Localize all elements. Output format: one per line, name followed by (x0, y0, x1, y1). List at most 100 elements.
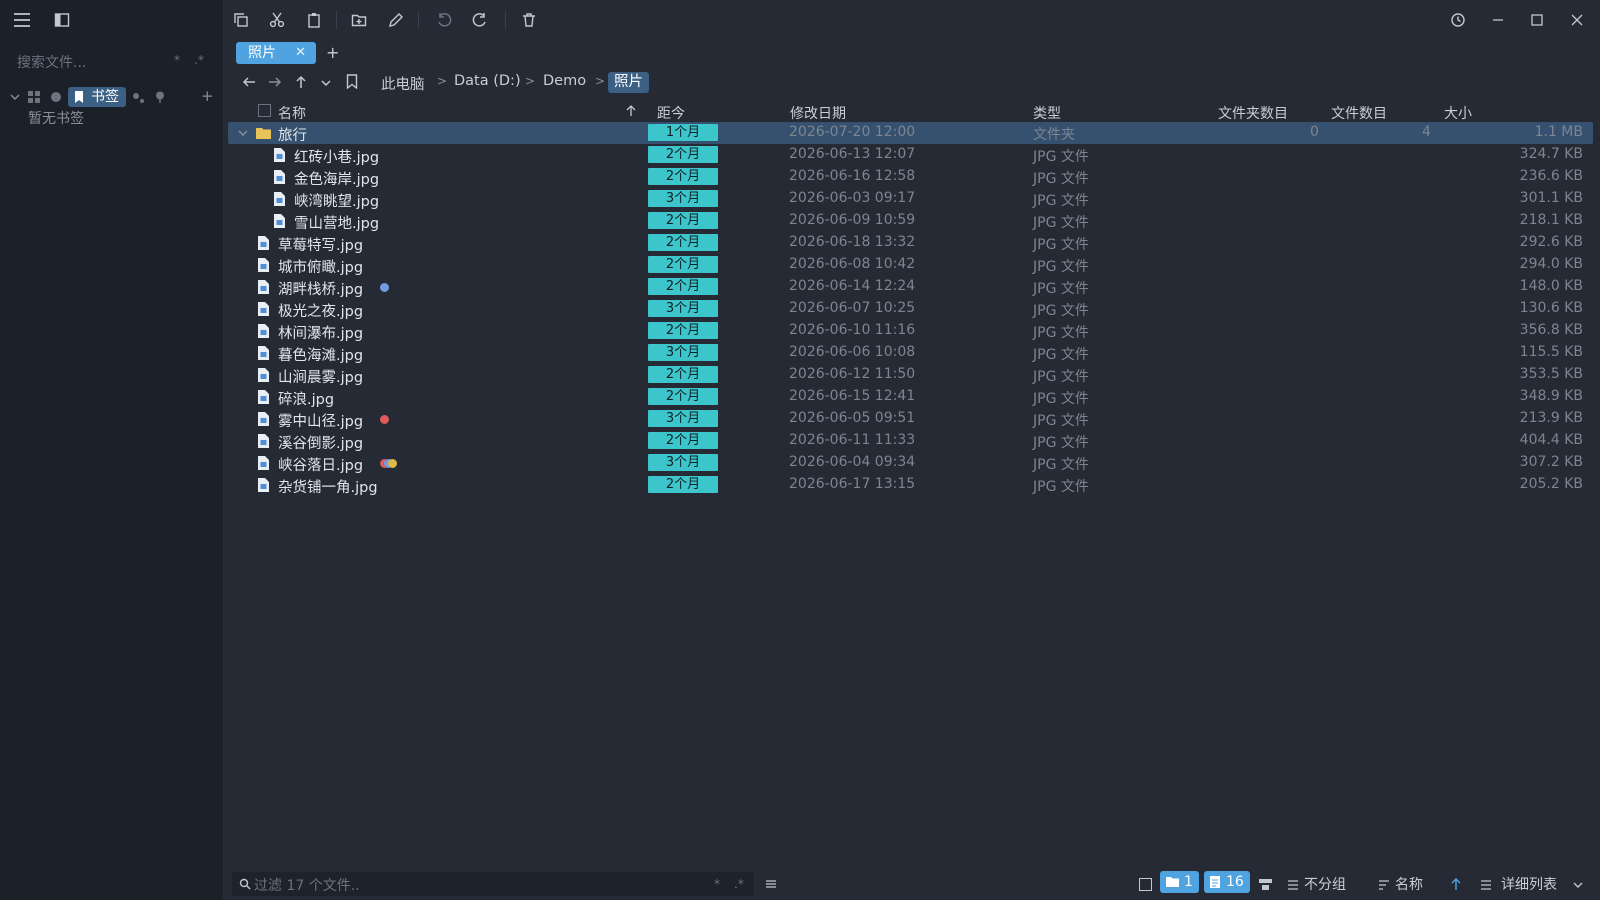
bookmark-add-icon[interactable] (346, 74, 358, 89)
filter-options-icon[interactable] (765, 878, 777, 890)
close-window-icon[interactable] (1569, 12, 1585, 28)
add-tab-button[interactable]: + (326, 43, 339, 62)
jpg-file-icon (258, 478, 269, 492)
file-row[interactable]: 峡谷落日.jpg 3个月 2026-06-04 09:34 JPG 文件 307.2 K… (228, 452, 1593, 474)
search-icon (239, 878, 251, 890)
selection-checkbox-icon[interactable] (1139, 878, 1152, 891)
sort-direction-icon[interactable] (1450, 878, 1462, 891)
breadcrumb-separator: > (525, 74, 536, 88)
search-wildcard-toggle[interactable]: * (174, 53, 180, 67)
column-header-name[interactable]: 名称 (278, 103, 306, 123)
file-size: 301.1 KB (1519, 190, 1583, 206)
add-bookmark-button[interactable]: + (201, 87, 214, 105)
group-icon[interactable] (1287, 879, 1299, 891)
select-all-checkbox[interactable] (258, 104, 271, 117)
up-icon[interactable] (294, 75, 308, 89)
sort-ascending-icon[interactable] (625, 105, 637, 117)
file-row[interactable]: 城市俯瞰.jpg 2个月 2026-06-08 10:42 JPG 文件 294.0 K… (228, 254, 1593, 276)
file-row[interactable]: 湖畔栈桥.jpg 2个月 2026-06-14 12:24 JPG 文件 148.0 K… (228, 276, 1593, 298)
modified-date: 2026-06-04 09:34 (789, 454, 916, 470)
file-row[interactable]: 雪山营地.jpg 2个月 2026-06-09 10:59 JPG 文件 218.1 K… (228, 210, 1593, 232)
file-row[interactable]: 山涧晨雾.jpg 2个月 2026-06-12 11:50 JPG 文件 353.5 K… (228, 364, 1593, 386)
column-header-modified[interactable]: 修改日期 (790, 103, 846, 123)
filter-regex-toggle[interactable]: .* (734, 877, 744, 891)
maximize-icon[interactable] (1529, 12, 1545, 28)
group-selector[interactable]: 不分组 (1304, 874, 1346, 894)
column-header-folder-count[interactable]: 文件夹数目 (1218, 103, 1288, 123)
view-list-icon[interactable] (1480, 879, 1492, 891)
file-name: 草莓特写.jpg (278, 238, 364, 254)
panel-toggle-icon[interactable] (1259, 878, 1272, 891)
column-header-age[interactable]: 距今 (657, 103, 685, 123)
bookmarks-tab-label: 书签 (91, 89, 119, 105)
bookmarks-tab[interactable]: 书签 (68, 87, 126, 107)
column-header-type[interactable]: 类型 (1033, 103, 1061, 123)
file-size: 356.8 KB (1519, 322, 1583, 338)
paste-icon[interactable] (306, 12, 322, 28)
file-row[interactable]: 暮色海滩.jpg 3个月 2026-06-06 10:08 JPG 文件 115.5 K… (228, 342, 1593, 364)
forward-icon[interactable] (268, 75, 282, 89)
tab-photos[interactable]: 照片 ✕ (236, 42, 316, 64)
sort-selector[interactable]: 名称 (1395, 874, 1423, 894)
file-row[interactable]: 金色海岸.jpg 2个月 2026-06-16 12:58 JPG 文件 236.6 K… (228, 166, 1593, 188)
view-mode-selector[interactable]: 详细列表 (1501, 874, 1557, 894)
folder-count-badge[interactable]: 1 (1160, 871, 1199, 893)
folder-row[interactable]: 旅行 1个月 2026-07-20 12:00 文件夹 0 4 1.1 MB (228, 122, 1593, 144)
column-header-size[interactable]: 大小 (1444, 103, 1472, 123)
back-icon[interactable] (242, 75, 256, 89)
rename-icon[interactable] (388, 12, 404, 28)
filter-wildcard-toggle[interactable]: * (714, 877, 720, 891)
redo-icon[interactable] (472, 12, 488, 28)
age-badge: 2个月 (648, 234, 718, 251)
folder-icon (1166, 876, 1179, 887)
file-row[interactable]: 红砖小巷.jpg 2个月 2026-06-13 12:07 JPG 文件 324.7 K… (228, 144, 1593, 166)
file-row[interactable]: 碎浪.jpg 2个月 2026-06-15 12:41 JPG 文件 348.9 KB (228, 386, 1593, 408)
tags-icon[interactable] (132, 91, 144, 103)
file-size: 115.5 KB (1519, 344, 1583, 360)
breadcrumb-item[interactable]: Demo (543, 73, 586, 89)
file-row[interactable]: 杂货铺一角.jpg 2个月 2026-06-17 13:15 JPG 文件 205.2 … (228, 474, 1593, 496)
undo-icon[interactable] (436, 12, 452, 28)
recent-icon[interactable] (50, 91, 62, 103)
file-row[interactable]: 溪谷倒影.jpg 2个月 2026-06-11 11:33 JPG 文件 404.4 K… (228, 430, 1593, 452)
new-folder-icon[interactable] (351, 12, 367, 28)
chevron-down-icon[interactable] (10, 92, 20, 102)
search-regex-toggle[interactable]: .* (194, 53, 204, 67)
minimize-icon[interactable] (1490, 12, 1506, 28)
file-name: 峡谷落日.jpg (278, 458, 364, 474)
file-name: 极光之夜.jpg (278, 304, 364, 320)
file-row[interactable]: 雾中山径.jpg 3个月 2026-06-05 09:51 JPG 文件 213.9 K… (228, 408, 1593, 430)
modified-date: 2026-06-10 11:16 (789, 322, 916, 338)
chevron-down-icon[interactable] (1573, 880, 1583, 890)
expand-chevron-icon[interactable] (238, 128, 248, 138)
sort-icon[interactable] (1378, 879, 1390, 891)
column-header-file-count[interactable]: 文件数目 (1331, 103, 1387, 123)
file-row[interactable]: 林间瀑布.jpg 2个月 2026-06-10 11:16 JPG 文件 356.8 K… (228, 320, 1593, 342)
sidebar-search-input[interactable]: 搜索文件... (17, 52, 167, 72)
breadcrumb-current[interactable]: 照片 (608, 72, 649, 93)
file-row[interactable]: 峡湾眺望.jpg 3个月 2026-06-03 09:17 JPG 文件 301.1 K… (228, 188, 1593, 210)
file-name: 山涧晨雾.jpg (278, 370, 364, 386)
pin-icon[interactable] (154, 91, 166, 103)
breadcrumb-item[interactable]: Data (D:) (454, 73, 521, 89)
toolbar-separator (418, 11, 419, 29)
file-count-badge[interactable]: 16 (1204, 871, 1250, 893)
file-name: 峡湾眺望.jpg (294, 194, 380, 210)
breadcrumb-item[interactable]: 此电脑 (381, 73, 425, 94)
cut-icon[interactable] (269, 12, 285, 28)
history-icon[interactable] (1450, 12, 1466, 28)
tab-close-icon[interactable]: ✕ (295, 42, 306, 64)
grid-icon[interactable] (28, 91, 40, 103)
sidebar (0, 0, 223, 900)
file-name: 红砖小巷.jpg (294, 150, 380, 166)
file-row[interactable]: 极光之夜.jpg 3个月 2026-06-07 10:25 JPG 文件 130.6 K… (228, 298, 1593, 320)
file-row[interactable]: 草莓特写.jpg 2个月 2026-06-18 13:32 JPG 文件 292.6 K… (228, 232, 1593, 254)
delete-icon[interactable] (521, 12, 537, 28)
history-dropdown-icon[interactable] (320, 77, 332, 89)
jpg-file-icon (274, 148, 285, 162)
modified-date: 2026-06-13 12:07 (789, 146, 916, 162)
copy-icon[interactable] (233, 12, 249, 28)
toggle-sidebar-icon[interactable] (54, 12, 70, 28)
menu-icon[interactable] (13, 12, 31, 28)
file-size: 348.9 KB (1519, 388, 1583, 404)
